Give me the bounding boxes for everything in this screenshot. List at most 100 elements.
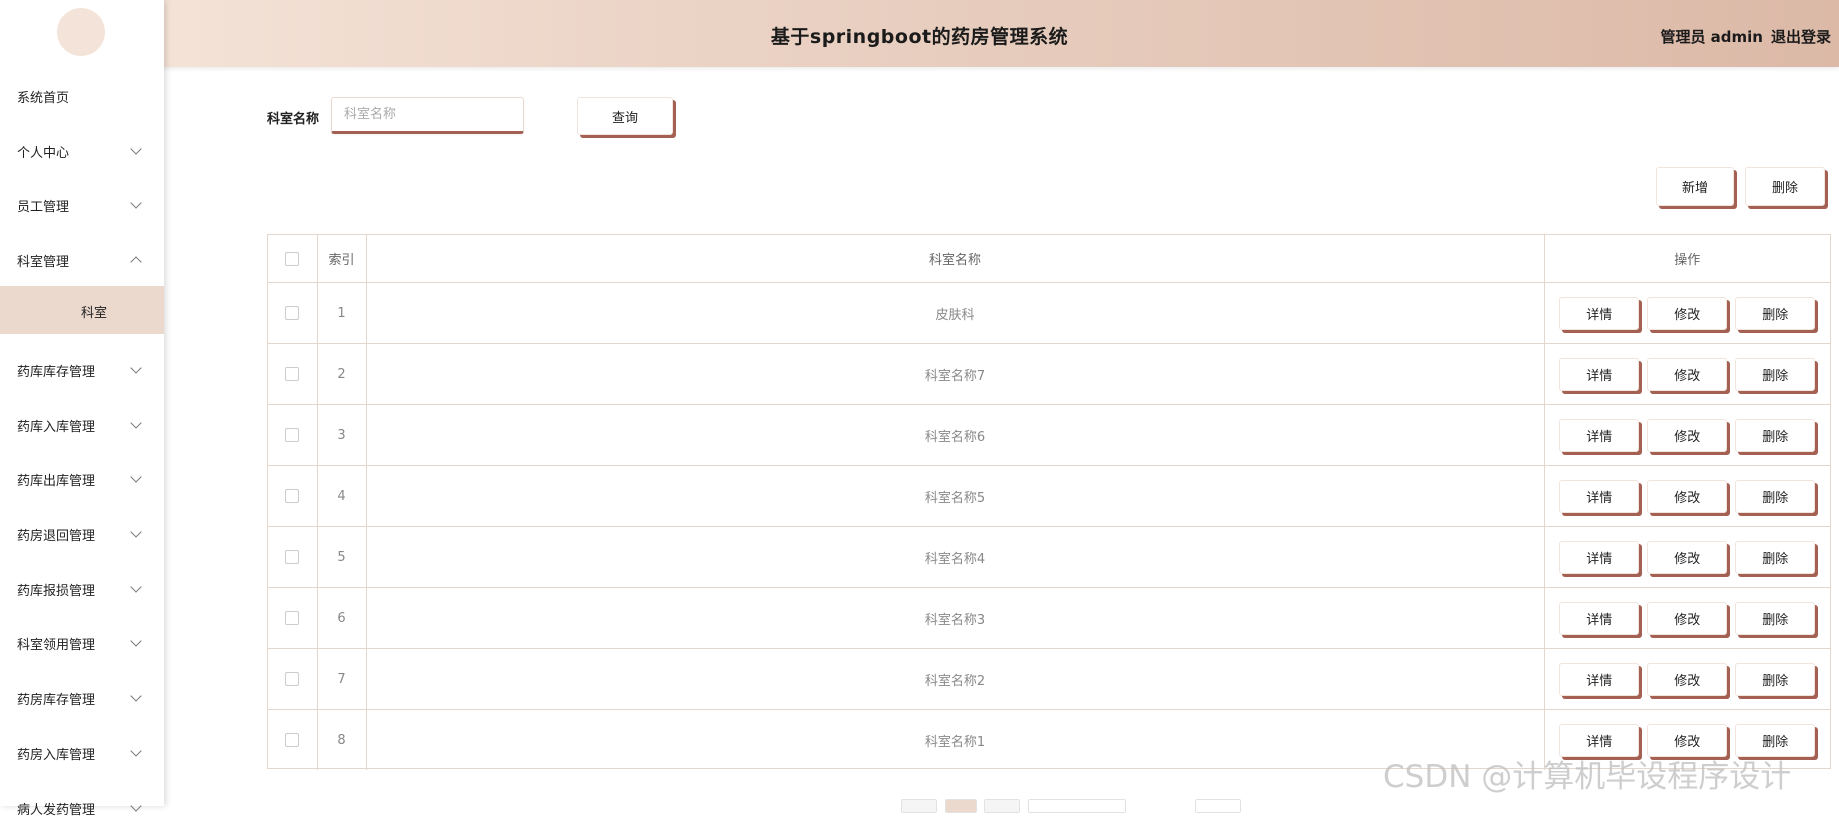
edit-button[interactable]: 修改 (1647, 479, 1728, 513)
column-header-department-name: 科室名称 (366, 235, 1545, 283)
select-all-checkbox[interactable] (285, 251, 300, 266)
sidebar-item-11[interactable]: 药房库存管理 (0, 670, 164, 724)
sidebar-item-5[interactable]: 药库库存管理 (0, 342, 164, 396)
row-checkbox[interactable] (285, 611, 300, 625)
row-index: 4 (317, 465, 367, 527)
pager-jump-input[interactable] (1195, 799, 1241, 813)
delete-button[interactable]: 删除 (1735, 662, 1816, 696)
table-row: 6 科室名称3 详情 修改 删除 (268, 587, 1830, 649)
row-select-cell (268, 648, 318, 710)
row-department-name: 科室名称7 (366, 343, 1545, 405)
sidebar-item-6[interactable]: 药库入库管理 (0, 397, 164, 451)
sidebar-item-label: 员工管理 (17, 200, 70, 215)
chevron-down-icon (130, 635, 142, 647)
detail-button[interactable]: 详情 (1559, 479, 1640, 513)
delete-button[interactable]: 删除 (1735, 357, 1816, 391)
column-header-index: 索引 (317, 235, 367, 283)
pager-page-current[interactable] (945, 799, 977, 813)
edit-button[interactable]: 修改 (1647, 418, 1728, 452)
sidebar-item-label: 病人发药管理 (17, 803, 96, 818)
edit-button[interactable]: 修改 (1647, 540, 1728, 574)
sidebar-item-7[interactable]: 药库出库管理 (0, 451, 164, 505)
chevron-down-icon (130, 690, 142, 702)
delete-button[interactable]: 删除 (1735, 479, 1816, 513)
row-actions: 详情 修改 删除 (1544, 648, 1830, 710)
row-checkbox[interactable] (285, 733, 300, 747)
detail-button[interactable]: 详情 (1559, 418, 1640, 452)
pager-size-select[interactable] (1028, 799, 1126, 813)
sidebar-item-label: 药房库存管理 (17, 693, 96, 708)
row-select-cell (268, 404, 318, 466)
edit-button[interactable]: 修改 (1647, 662, 1728, 696)
watermark: CSDN @计算机毕设程序设计 (1383, 759, 1792, 795)
sidebar-item-13[interactable]: 病人发药管理 (0, 780, 164, 834)
row-index: 8 (317, 709, 367, 770)
sidebar-item-10[interactable]: 科室领用管理 (0, 615, 164, 669)
sidebar-item-8[interactable]: 药房退回管理 (0, 506, 164, 560)
sidebar-item-label: 科室领用管理 (17, 638, 96, 653)
row-select-cell (268, 709, 318, 770)
chevron-down-icon (130, 417, 142, 429)
row-department-name: 科室名称5 (366, 465, 1545, 527)
detail-button[interactable]: 详情 (1559, 540, 1640, 574)
chevron-down-icon (130, 197, 142, 209)
table-row: 1 皮肤科 详情 修改 删除 (268, 282, 1830, 344)
row-department-name: 皮肤科 (366, 282, 1545, 344)
sidebar-item-12[interactable]: 药房入库管理 (0, 725, 164, 779)
sidebar-item-label: 药库入库管理 (17, 420, 96, 435)
user-area: 管理员 admin 退出登录 (1660, 26, 1839, 47)
batch-delete-button[interactable]: 删除 (1745, 167, 1825, 206)
sidebar-item-3[interactable]: 员工管理 (0, 177, 164, 231)
row-checkbox[interactable] (285, 672, 300, 686)
row-checkbox[interactable] (285, 550, 300, 564)
chevron-down-icon (130, 526, 142, 538)
row-actions: 详情 修改 删除 (1544, 404, 1830, 466)
row-checkbox[interactable] (285, 367, 300, 381)
detail-button[interactable]: 详情 (1559, 357, 1640, 391)
delete-button[interactable]: 删除 (1735, 296, 1816, 330)
add-button[interactable]: 新增 (1656, 167, 1734, 206)
sidebar-item-label: 药库库存管理 (17, 365, 96, 380)
user-info: 管理员 admin (1660, 28, 1763, 46)
edit-button[interactable]: 修改 (1647, 357, 1728, 391)
department-table: 索引 科室名称 操作 1 皮肤科 详情 修改 删除 2 科室名称7 详情 修改 删除 3 科室名称6 详… (267, 234, 1831, 770)
sidebar-item-2[interactable]: 个人中心 (0, 123, 164, 177)
table-row: 4 科室名称5 详情 修改 删除 (268, 465, 1830, 527)
pager-next[interactable] (984, 799, 1020, 813)
detail-button[interactable]: 详情 (1559, 601, 1640, 635)
delete-button[interactable]: 删除 (1735, 540, 1816, 574)
chevron-up-icon (130, 256, 142, 268)
detail-button[interactable]: 详情 (1559, 296, 1640, 330)
table-row: 2 科室名称7 详情 修改 删除 (268, 343, 1830, 405)
sidebar-item-label: 科室管理 (17, 255, 70, 270)
query-button[interactable]: 查询 (577, 97, 673, 135)
table-row: 3 科室名称6 详情 修改 删除 (268, 404, 1830, 466)
row-actions: 详情 修改 删除 (1544, 587, 1830, 649)
edit-button[interactable]: 修改 (1647, 601, 1728, 635)
delete-button[interactable]: 删除 (1735, 601, 1816, 635)
sidebar-item-label: 药房退回管理 (17, 529, 96, 544)
chevron-down-icon (130, 471, 142, 483)
row-index: 2 (317, 343, 367, 405)
delete-button[interactable]: 删除 (1735, 418, 1816, 452)
row-select-cell (268, 587, 318, 649)
sidebar-item-9[interactable]: 药库报损管理 (0, 561, 164, 615)
sidebar-item-1[interactable]: 系统首页 (0, 68, 164, 122)
sidebar-subitem-department[interactable]: 科室 (0, 286, 164, 334)
edit-button[interactable]: 修改 (1647, 296, 1728, 330)
chevron-down-icon (130, 581, 142, 593)
row-select-cell (268, 343, 318, 405)
department-name-search-input[interactable] (331, 97, 524, 134)
row-actions: 详情 修改 删除 (1544, 526, 1830, 588)
sidebar-subitem-label: 科室 (81, 306, 108, 321)
row-checkbox[interactable] (285, 489, 300, 503)
pager-prev[interactable] (901, 799, 937, 813)
top-header: 基于springboot的药房管理系统 管理员 admin 退出登录 (0, 0, 1839, 67)
row-checkbox[interactable] (285, 306, 300, 320)
logout-link[interactable]: 退出登录 (1771, 28, 1831, 46)
avatar[interactable] (57, 8, 105, 56)
detail-button[interactable]: 详情 (1559, 662, 1640, 696)
row-checkbox[interactable] (285, 428, 300, 442)
table-row: 7 科室名称2 详情 修改 删除 (268, 648, 1830, 710)
sidebar-item-4[interactable]: 科室管理 (0, 232, 164, 286)
